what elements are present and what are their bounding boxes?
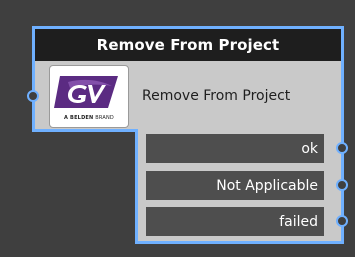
node-title: Remove From Project xyxy=(96,36,280,54)
output-not-applicable-label: Not Applicable xyxy=(216,177,318,194)
output-failed-label: failed xyxy=(279,213,318,230)
output-not-applicable[interactable]: Not Applicable xyxy=(146,171,324,200)
output-failed[interactable]: failed xyxy=(146,207,324,236)
node-label: Remove From Project xyxy=(142,88,291,104)
output-port-ok[interactable] xyxy=(336,142,348,154)
brand-caption: A BELDEN BRAND xyxy=(64,115,114,121)
node-title-bar[interactable]: Remove From Project xyxy=(35,29,341,61)
output-port-failed[interactable] xyxy=(336,215,348,227)
output-ok[interactable]: ok xyxy=(146,134,324,163)
output-ok-label: ok xyxy=(301,140,318,157)
input-port[interactable] xyxy=(27,90,39,102)
gv-logo-icon: A BELDEN BRAND xyxy=(49,65,129,128)
output-port-not-applicable[interactable] xyxy=(336,179,348,191)
